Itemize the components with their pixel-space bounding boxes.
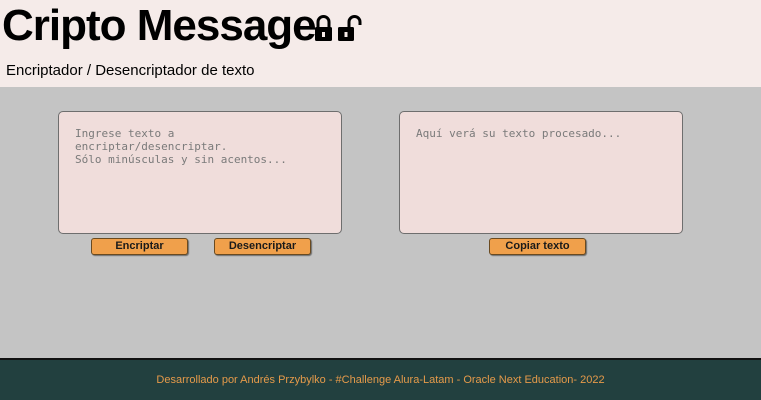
page-footer: Desarrollado por Andrés Przybylko - #Cha… [0, 358, 761, 400]
output-textarea[interactable] [399, 111, 683, 234]
copy-button[interactable]: Copiar texto [489, 238, 586, 255]
lock-open-icon [338, 15, 362, 41]
footer-credits: Desarrollado por Andrés Przybylko - #Cha… [156, 374, 605, 386]
main-content: Encriptar Desencriptar Copiar texto [0, 87, 761, 358]
page-subtitle: Encriptador / Desencriptador de texto [6, 62, 255, 79]
decrypt-button[interactable]: Desencriptar [214, 238, 311, 255]
input-textarea[interactable] [58, 111, 342, 234]
lock-icons [314, 12, 363, 42]
page-header: Cripto Message Encriptador / Desencripta… [0, 0, 761, 87]
encrypt-button[interactable]: Encriptar [91, 238, 188, 255]
lock-closed-icon [315, 15, 332, 41]
page-title: Cripto Message [2, 1, 317, 50]
